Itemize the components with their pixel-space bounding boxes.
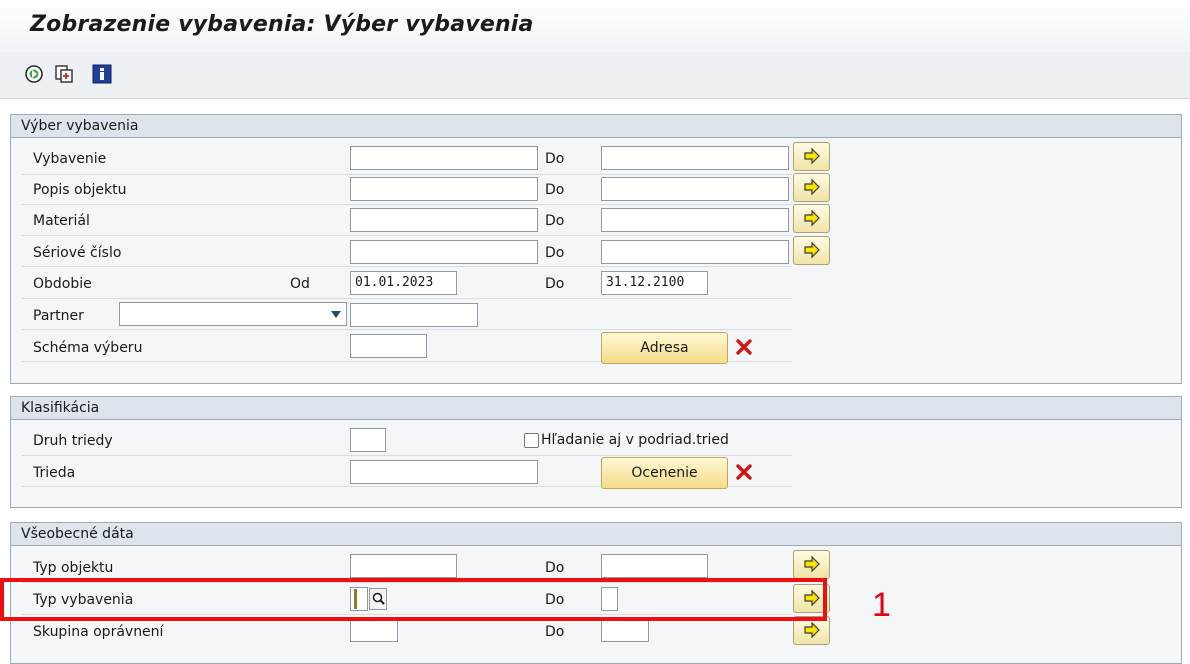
arrow-right-icon [804,621,820,639]
arrow-right-icon [804,178,820,196]
skupina-from-input[interactable] [350,618,398,642]
arrow-right-icon [804,147,820,165]
get-variant-icon[interactable] [54,64,74,84]
multiple-selection-button[interactable] [793,173,830,202]
subclass-search-checkbox[interactable] [524,433,539,448]
vybavenie-from-input[interactable] [350,146,538,170]
partner-input[interactable] [350,303,478,327]
checkbox-label: Hľadanie aj v podriad.tried [541,432,729,448]
application-toolbar [0,52,1190,99]
label-vybavenie: Vybavenie [33,151,107,167]
row-divider [22,329,792,330]
obdobie-from-input[interactable]: 01.01.2023 [350,271,457,295]
info-icon[interactable] [92,64,112,84]
group-header-vseobecne: Všeobecné dáta [11,523,1181,546]
execute-icon[interactable] [24,64,44,84]
label-seriove-cislo: Sériové číslo [33,245,122,261]
schema-input[interactable] [350,334,427,358]
label-do: Do [545,245,565,261]
label-partner: Partner [33,308,84,324]
ocenenie-button[interactable]: Ocenenie [601,457,728,489]
arrow-right-icon [804,555,820,573]
seriove-to-input[interactable] [601,240,789,264]
vybavenie-to-input[interactable] [601,146,789,170]
multiple-selection-button[interactable] [793,550,830,579]
row-divider [22,204,792,205]
arrow-right-icon [804,209,820,227]
chevron-down-icon[interactable] [331,311,341,318]
skupina-to-input[interactable] [601,618,649,642]
annotation-number: 1 [872,586,891,624]
label-schema-vyberu: Schéma výberu [33,340,143,356]
popis-to-input[interactable] [601,177,789,201]
typ-objektu-to-input[interactable] [601,554,708,578]
label-do: Do [545,213,565,229]
adresa-button[interactable]: Adresa [601,332,728,364]
label-do: Do [545,560,565,576]
label-popis-objektu: Popis objektu [33,182,127,198]
label-do: Do [545,276,565,292]
seriove-from-input[interactable] [350,240,538,264]
label-material: Materiál [33,213,90,229]
multiple-selection-button[interactable] [793,204,830,233]
typ-objektu-from-input[interactable] [350,554,457,578]
title-bar: Zobrazenie vybavenia: Výber vybavenia [0,0,1190,52]
delete-icon[interactable] [735,338,753,356]
trieda-input[interactable] [350,460,538,484]
material-to-input[interactable] [601,208,789,232]
group-header-klasifikacia: Klasifikácia [11,397,1181,420]
label-do: Do [545,182,565,198]
group-vyber-vybavenia: Výber vybavenia [10,114,1182,384]
partner-role-dropdown[interactable] [119,302,347,326]
row-divider [22,235,792,236]
row-divider [22,174,792,175]
row-divider [22,266,792,267]
label-od: Od [290,276,310,292]
delete-icon[interactable] [735,463,753,481]
label-typ-objektu: Typ objektu [33,560,114,576]
label-do: Do [545,151,565,167]
label-skupina-opravneni: Skupina oprávnení [33,624,164,640]
label-do: Do [545,624,565,640]
label-obdobie: Obdobie [33,276,92,292]
row-divider [22,455,792,456]
druh-triedy-input[interactable] [350,428,386,452]
page-title: Zobrazenie vybavenia: Výber vybavenia [30,12,534,37]
group-header-vyber: Výber vybavenia [11,115,1181,138]
group-klasifikacia: Klasifikácia [10,396,1182,508]
label-druh-triedy: Druh triedy [33,433,113,449]
multiple-selection-button[interactable] [793,236,830,265]
obdobie-to-input[interactable]: 31.12.2100 [601,271,708,295]
label-trieda: Trieda [33,465,76,481]
popis-from-input[interactable] [350,177,538,201]
highlight-box [0,578,827,621]
multiple-selection-button[interactable] [793,142,830,171]
material-from-input[interactable] [350,208,538,232]
arrow-right-icon [804,241,820,259]
row-divider [22,298,792,299]
